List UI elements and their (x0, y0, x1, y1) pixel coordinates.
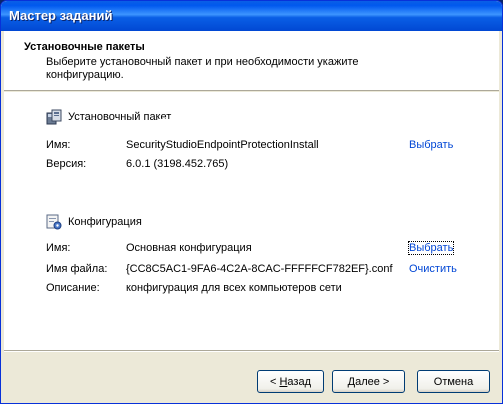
config-section-label: Конфигурация (68, 216, 142, 228)
config-name-label: Имя: (46, 242, 71, 254)
wizard-window: Мастер заданий Установочные пакеты Выбер… (0, 0, 503, 404)
package-icon (46, 109, 62, 125)
back-button-rest: азад (287, 375, 311, 388)
config-select-link[interactable]: Выбрать (407, 241, 455, 255)
config-desc-value: конфигурация для всех компьютеров сети (126, 282, 342, 294)
config-file-label: Имя файла: (46, 263, 108, 275)
cancel-button[interactable]: Отмена (417, 370, 490, 393)
package-section-divider (158, 119, 458, 120)
cancel-button-label: Отмена (433, 375, 474, 388)
page-description: Выберите установочный пакет и при необхо… (46, 56, 359, 81)
package-version-value: 6.0.1 (3198.452.765) (126, 158, 229, 170)
back-button-mnemonic: Н (279, 375, 288, 388)
config-desc-label: Описание: (46, 282, 100, 294)
config-icon (46, 214, 62, 230)
config-clear-link[interactable]: Очистить (409, 263, 457, 275)
package-name-label: Имя: (46, 139, 71, 151)
button-separator (4, 350, 499, 352)
window-title: Мастер заданий (9, 8, 113, 23)
config-section-divider (148, 223, 458, 224)
back-button[interactable]: < Назад (257, 370, 324, 393)
title-bar[interactable]: Мастер заданий (1, 1, 502, 31)
package-section-label: Установочный пакет (68, 111, 172, 123)
package-version-label: Версия: (46, 158, 87, 170)
next-button[interactable]: Далее > (332, 370, 405, 393)
package-name-value: SecurityStudioEndpointProtectionInstall (126, 139, 319, 151)
wizard-body: Установочный пакет Имя: SecurityStudioEn… (4, 92, 499, 350)
config-file-value: {CC8C5AC1-9FA6-4C2A-8CAC-FFFFFCF782EF}.c… (126, 263, 393, 275)
wizard-header: Установочные пакеты Выберите установочны… (4, 31, 499, 91)
back-button-prefix: < (269, 375, 280, 388)
page-title: Установочные пакеты (24, 41, 145, 53)
next-button-mnemonic: Д (347, 375, 356, 388)
package-select-link[interactable]: Выбрать (409, 139, 453, 151)
config-name-value: Основная конфигурация (126, 242, 252, 254)
next-button-rest: алее > (355, 375, 390, 388)
